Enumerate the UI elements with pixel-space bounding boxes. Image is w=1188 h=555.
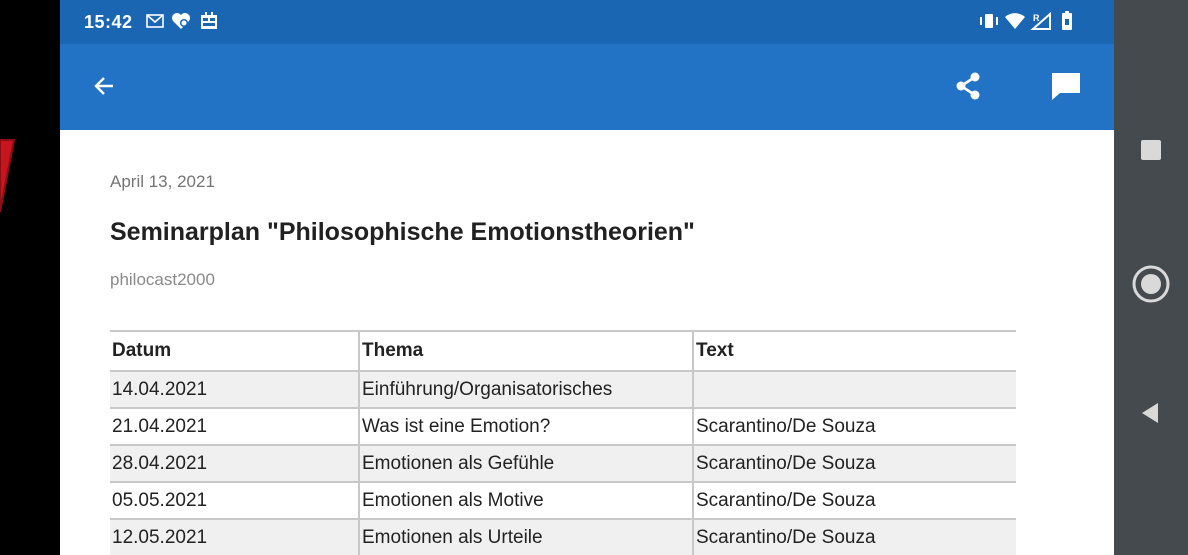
column-header-text: Text — [693, 330, 1016, 372]
post-date: April 13, 2021 — [110, 172, 215, 191]
signal-roaming-icon: R — [1030, 10, 1052, 32]
cell-text: Scarantino/De Souza — [693, 518, 1016, 555]
cell-datum: 05.05.2021 — [110, 481, 360, 520]
cell-datum: 12.05.2021 — [110, 518, 360, 555]
post-author[interactable]: philocast2000 — [110, 270, 215, 290]
table-row: 28.04.2021 Emotionen als Gefühle Scarant… — [110, 444, 1016, 483]
cell-datum: 21.04.2021 — [110, 407, 360, 446]
table-row: 21.04.2021 Was ist eine Emotion? Scarant… — [110, 407, 1016, 446]
left-red-arrow-decoration — [0, 139, 16, 213]
arrow-left-icon — [94, 77, 113, 95]
cell-datum: 14.04.2021 — [110, 370, 360, 409]
cell-thema: Einführung/Organisatorisches — [359, 370, 694, 409]
cell-thema: Emotionen als Motive — [359, 481, 694, 520]
back-triangle-icon[interactable] — [1138, 400, 1164, 426]
home-circle-icon[interactable] — [1131, 264, 1171, 304]
cell-thema: Emotionen als Urteile — [359, 518, 694, 555]
cell-text: Scarantino/De Souza — [693, 407, 1016, 446]
cell-text: Scarantino/De Souza — [693, 481, 1016, 520]
share-button[interactable] — [948, 66, 988, 106]
share-icon — [956, 72, 980, 100]
table-header-row: Datum Thema Text — [110, 330, 1016, 372]
cell-text: Scarantino/De Souza — [693, 444, 1016, 483]
cell-thema: Was ist eine Emotion? — [359, 407, 694, 446]
status-bar: 15:42 R — [60, 0, 1114, 44]
heart-notification-icon — [170, 10, 192, 32]
column-header-datum: Datum — [110, 330, 360, 372]
table-row: 12.05.2021 Emotionen als Urteile Scarant… — [110, 518, 1016, 555]
post-title: Seminarplan "Philosophische Emotionstheo… — [110, 218, 695, 246]
comment-icon — [1052, 73, 1080, 100]
column-header-thema: Thema — [359, 330, 694, 372]
wifi-icon — [1004, 10, 1026, 32]
seminar-table: Datum Thema Text 14.04.2021 Einführung/O… — [110, 330, 1016, 555]
table-row: 14.04.2021 Einführung/Organisatorisches — [110, 370, 1016, 409]
battery-icon — [1056, 10, 1078, 32]
gmail-icon — [144, 10, 166, 32]
app-notification-icon — [198, 10, 220, 32]
back-button[interactable] — [84, 66, 124, 106]
cell-thema: Emotionen als Gefühle — [359, 444, 694, 483]
navigation-bar — [1114, 0, 1188, 555]
phone-screen: 15:42 R April 13, 2021 Seminarplan "Phil… — [60, 0, 1114, 555]
svg-text:R: R — [1033, 13, 1040, 23]
recents-square-icon[interactable] — [1141, 140, 1161, 160]
table-row: 05.05.2021 Emotionen als Motive Scaranti… — [110, 481, 1016, 520]
status-time: 15:42 — [84, 12, 133, 32]
cell-datum: 28.04.2021 — [110, 444, 360, 483]
comment-button[interactable] — [1046, 66, 1086, 106]
cell-text — [693, 370, 1016, 409]
app-bar — [60, 44, 1114, 130]
vibrate-icon — [978, 10, 1000, 32]
